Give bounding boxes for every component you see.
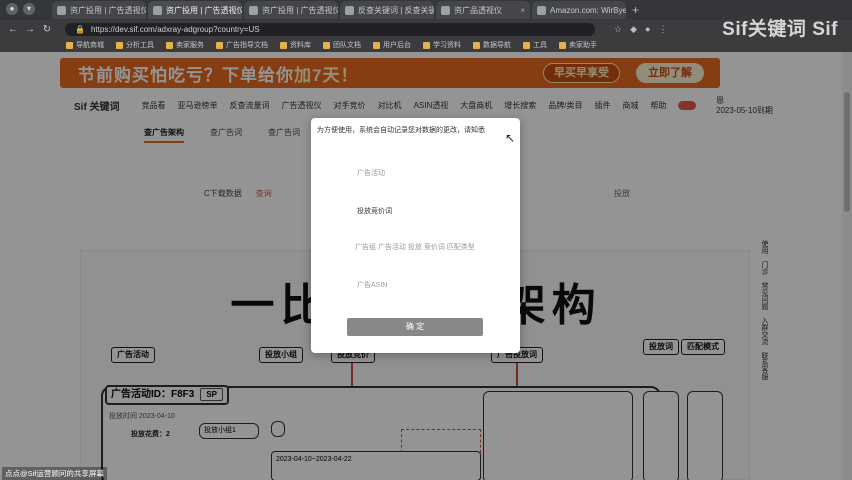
bookmark[interactable]: 卖家助手 [559, 40, 597, 50]
sif-favicon-icon [57, 5, 66, 15]
new-tab-icon[interactable]: + [628, 3, 643, 17]
sif-favicon-icon [441, 5, 450, 15]
bookmark[interactable]: 分析工具 [116, 40, 154, 50]
folder-icon [423, 41, 430, 49]
bookmark[interactable]: 用户后台 [373, 40, 411, 50]
forward-icon[interactable]: → [25, 24, 35, 35]
folder-icon [373, 41, 380, 49]
confirm-button[interactable]: 确 定 [347, 318, 483, 336]
sif-favicon-icon [249, 5, 258, 15]
bookmark[interactable]: 资料库 [280, 40, 311, 50]
folder-icon [166, 41, 173, 49]
folder-icon [559, 41, 566, 49]
browser-tab[interactable]: 反查关键词 | 反查关键× [340, 1, 434, 19]
web-page: 节前购买怕吃亏？下单给你加7天！ 早买早享受 立即了解 Sif 关键词 竞品看 … [0, 52, 852, 480]
amazon-favicon-icon [537, 5, 546, 15]
browser-tab[interactable]: Amazon.com: WirBye× [532, 1, 626, 19]
url-field[interactable]: 🔒 https://dev.sif.com/adxray-adgroup?coun… [65, 22, 595, 36]
browser-tab[interactable]: 资广投用 | 广告透视仪× [52, 1, 146, 19]
back-icon[interactable]: ← [8, 24, 18, 35]
bookmark[interactable]: 卖家服务 [166, 40, 204, 50]
reload-icon[interactable]: ↻ [42, 24, 52, 35]
profile-icon[interactable]: ● [645, 24, 650, 35]
back-arrow-icon[interactable]: ● [6, 3, 18, 15]
folder-icon [523, 41, 530, 49]
folder-icon [280, 41, 287, 49]
modal-field: 投放竞价词 [357, 208, 392, 215]
bookmark[interactable]: 广告指导文档 [216, 40, 268, 50]
bookmark[interactable]: 团队文档 [323, 40, 361, 50]
bookmark[interactable]: 工具 [523, 40, 547, 50]
modal-dialog: 为方便使用，系统会自动记录您对数据的更改，请知悉 广告活动 投放竞价词 广告组 … [311, 118, 520, 353]
close-icon[interactable]: × [520, 6, 525, 15]
modal-message: 为方便使用，系统会自动记录您对数据的更改，请知悉 [317, 127, 485, 134]
bookmark[interactable]: 数据导航 [473, 40, 511, 50]
browser-tab[interactable]: 资广品透视仪 × [436, 1, 530, 19]
folder-icon [216, 41, 223, 49]
folder-icon [66, 41, 73, 49]
mouse-cursor-icon: ↖ [505, 131, 516, 145]
folder-icon [323, 41, 330, 49]
tab-search-icon[interactable]: ▾ [23, 3, 35, 15]
screen: ● ▾ 资广投用 | 广告透视仪× 资广投用 | 广告透视仪× 资广投用 | 广… [0, 0, 852, 480]
folder-icon [116, 41, 123, 49]
modal-field: 广告ASIN [357, 282, 388, 289]
folder-icon [473, 41, 480, 49]
extension-icon[interactable]: ◆ [630, 24, 637, 35]
lock-icon: 🔒 [75, 24, 85, 34]
modal-field: 广告组 广告活动 投放 竞价词 匹配类型 [355, 244, 475, 251]
sif-favicon-icon [153, 5, 162, 15]
browser-tab-active[interactable]: 资广投用 | 广告透视仪× [148, 1, 242, 19]
browser-tab[interactable]: 资广投用 | 广告透视仪× [244, 1, 338, 19]
browser-actions: ☆ ◆ ● ⋮ [614, 24, 667, 35]
window-controls: ● ▾ [6, 3, 35, 15]
menu-icon[interactable]: ⋮ [658, 24, 667, 35]
sif-favicon-icon [345, 5, 354, 15]
bookmark[interactable]: 导航商城 [66, 40, 104, 50]
screen-share-watermark: 点点@Sif运营顾问的共享屏幕 [2, 467, 107, 480]
star-icon[interactable]: ☆ [614, 24, 622, 35]
bookmark[interactable]: 学习资料 [423, 40, 461, 50]
brand-overlay: Sif关键词 Sif [722, 19, 838, 40]
modal-field: 广告活动 [357, 170, 385, 177]
